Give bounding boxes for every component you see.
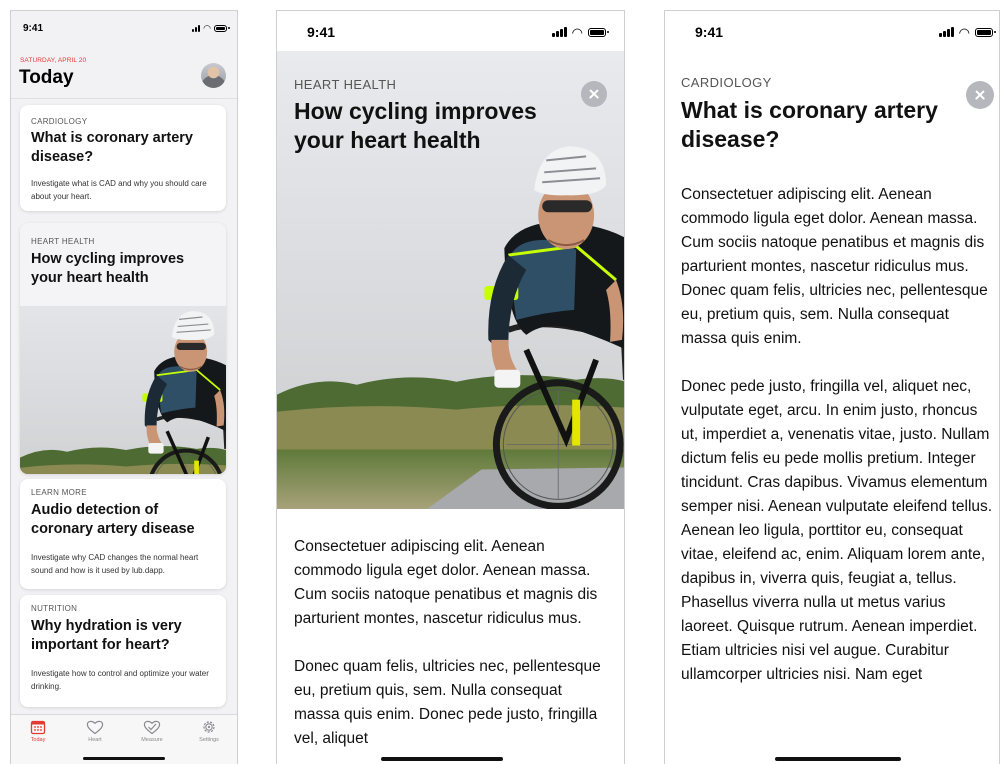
card-category: LEARN MORE: [31, 488, 87, 497]
avatar[interactable]: [201, 63, 226, 88]
article-card-cad[interactable]: CARDIOLOGY What is coronary artery disea…: [20, 105, 226, 211]
card-title: What is coronary artery disease?: [31, 130, 193, 165]
cad-article-screen: 9:41 ◠ CARDIOLOGY What is coronary arter…: [664, 10, 1000, 764]
tab-today[interactable]: Today: [13, 719, 63, 743]
status-time: 9:41: [307, 24, 336, 40]
tab-label: Heart: [88, 737, 102, 743]
article-body: Consectetuer adipiscing elit. Aenean com…: [681, 183, 993, 711]
tab-measure[interactable]: Measure: [127, 719, 177, 743]
article-title: What is coronary artery disease?: [681, 97, 938, 152]
status-icons: ◠: [938, 24, 996, 40]
close-button[interactable]: [581, 81, 607, 107]
card-description: Investigate why CAD changes the normal h…: [31, 553, 199, 575]
card-category: HEART HEALTH: [31, 237, 95, 246]
signal-icon: [192, 24, 201, 32]
signal-icon: [551, 27, 567, 37]
home-indicator[interactable]: [775, 757, 901, 761]
status-bar: 9:41 ◠: [665, 13, 999, 51]
home-indicator[interactable]: [381, 757, 503, 761]
home-indicator[interactable]: [83, 757, 165, 760]
wifi-icon: ◠: [203, 22, 211, 33]
article-paragraph: Donec pede justo, fringilla vel, aliquet…: [681, 378, 993, 683]
article-category: CARDIOLOGY: [681, 75, 772, 90]
card-title: Why hydration is very important for hear…: [31, 618, 182, 653]
calendar-icon: [30, 720, 46, 735]
article-title: How cycling improves your heart health: [294, 98, 537, 153]
battery-icon: [588, 27, 609, 37]
card-category: NUTRITION: [31, 604, 78, 613]
tab-label: Settings: [199, 737, 219, 743]
status-icons: ◠: [192, 22, 230, 33]
article-paragraph: Consectetuer adipiscing elit. Aenean com…: [294, 538, 598, 627]
status-bar: 9:41 ◠: [277, 13, 624, 51]
status-bar: 9:41 ◠: [11, 11, 237, 47]
article-card-cycling[interactable]: HEART HEALTH How cycling improves your h…: [20, 223, 226, 474]
card-category: CARDIOLOGY: [31, 117, 88, 126]
status-icons: ◠: [551, 24, 609, 40]
article-paragraph: Donec quam felis, ultricies nec, pellent…: [294, 658, 601, 747]
article-card-hydration[interactable]: NUTRITION Why hydration is very importan…: [20, 595, 226, 707]
status-time: 9:41: [23, 22, 44, 34]
card-description: Investigate what is CAD and why you shou…: [31, 179, 207, 201]
cycling-article-screen: 9:41 ◠ HEART HEALTH How cycling improves…: [276, 10, 625, 764]
tab-settings[interactable]: Settings: [184, 719, 234, 743]
article-body: Consectetuer adipiscing elit. Aenean com…: [294, 535, 606, 764]
today-screen: 9:41 ◠ SATURDAY, APRIL 20 Today CARDIOLO…: [10, 10, 238, 764]
page-title: Today: [19, 67, 74, 88]
wifi-icon: ◠: [958, 24, 970, 40]
tab-heart[interactable]: Heart: [70, 719, 120, 743]
tab-label: Today: [30, 737, 46, 743]
wifi-icon: ◠: [571, 24, 583, 40]
tab-bar: Today Heart Measure Settings: [11, 714, 237, 764]
card-title: Audio detection of coronary artery disea…: [31, 502, 195, 537]
article-category: HEART HEALTH: [294, 77, 397, 92]
date-label: SATURDAY, APRIL 20: [20, 57, 87, 64]
gear-icon: [203, 721, 215, 733]
hero-image: HEART HEALTH How cycling improves your h…: [277, 51, 624, 509]
today-header: SATURDAY, APRIL 20 Today: [11, 49, 237, 99]
signal-icon: [938, 27, 954, 37]
status-time: 9:41: [695, 24, 724, 40]
heart-icon: [86, 720, 104, 735]
card-title: How cycling improves your heart health: [31, 251, 185, 286]
battery-icon: [975, 27, 996, 37]
battery-icon: [214, 24, 230, 32]
cyclist-photo: [20, 306, 226, 474]
tab-label: Measure: [141, 737, 163, 743]
card-description: Investigate how to control and optimize …: [31, 669, 209, 691]
article-paragraph: Consectetuer adipiscing elit. Aenean com…: [681, 186, 988, 347]
article-card-audio-detection[interactable]: LEARN MORE Audio detection of coronary a…: [20, 479, 226, 589]
measure-heart-icon: [143, 720, 161, 735]
close-button[interactable]: [966, 81, 994, 109]
